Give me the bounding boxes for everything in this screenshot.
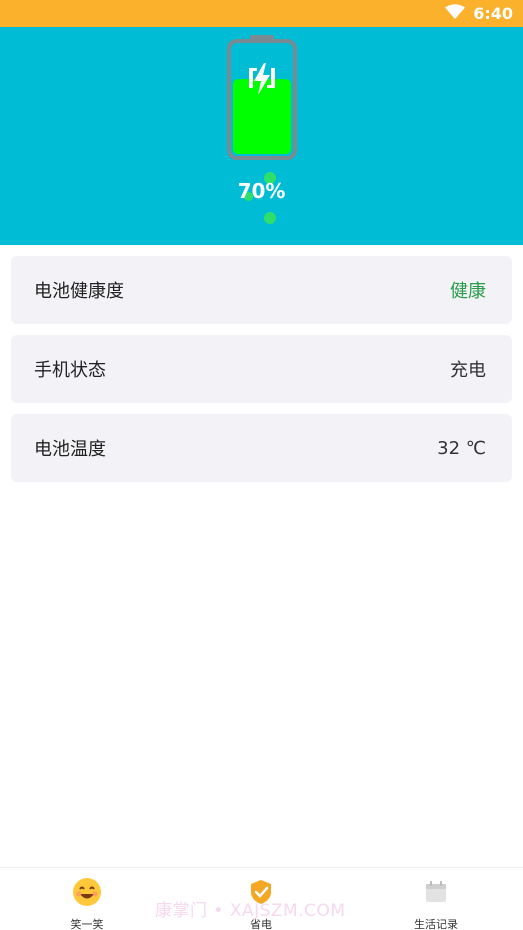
battery-graphic	[226, 35, 298, 161]
wifi-icon	[445, 3, 466, 24]
smile-face-icon	[71, 876, 103, 912]
battery-health-card: 电池健康度 健康	[11, 256, 512, 324]
battery-temperature-card: 电池温度 32 ℃	[11, 414, 512, 482]
battery-screen: 6:40 70% 电池健康度 健康 手机状态 充电 电池温度 32 ℃ 笑一笑 …	[0, 0, 523, 930]
phone-status-label: 手机状态	[34, 360, 106, 381]
battery-header: 70%	[0, 27, 523, 245]
battery-percent: 70%	[237, 179, 286, 203]
battery-temperature-value: 32 ℃	[437, 437, 486, 459]
status-time: 6:40	[473, 4, 513, 23]
bottom-nav: 笑一笑 省电 生活记录 康掌门 • XAJSZM.COM	[0, 867, 523, 930]
nav-item-life-record[interactable]: 生活记录	[376, 868, 496, 930]
watermark: 康掌门 • XAJSZM.COM	[155, 901, 346, 921]
charge-dot	[264, 212, 276, 224]
phone-status-card: 手机状态 充电	[11, 335, 512, 403]
battery-fill	[233, 79, 291, 154]
battery-health-value: 健康	[450, 281, 486, 302]
nav-item-smile[interactable]: 笑一笑	[27, 868, 147, 930]
nav-label-smile: 笑一笑	[70, 918, 104, 930]
calendar-icon	[420, 876, 452, 912]
nav-label-life-record: 生活记录	[414, 918, 458, 930]
battery-temperature-label: 电池温度	[34, 439, 106, 460]
battery-health-label: 电池健康度	[34, 281, 124, 302]
status-bar: 6:40	[0, 0, 523, 27]
phone-status-value: 充电	[450, 360, 486, 381]
